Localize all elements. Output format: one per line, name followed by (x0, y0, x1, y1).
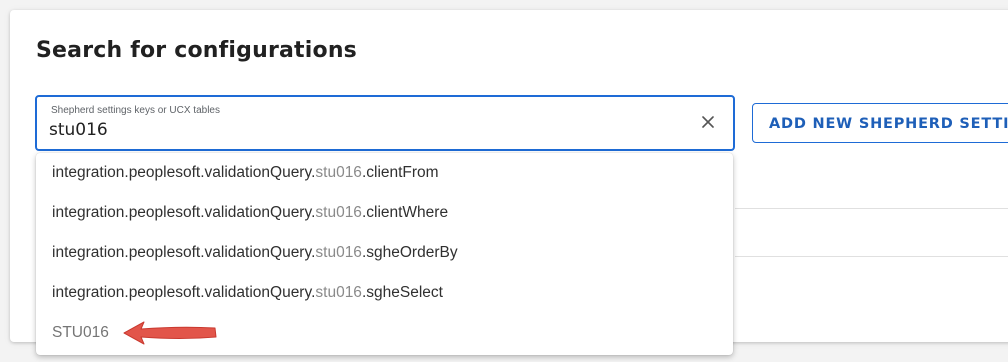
search-field[interactable]: Shepherd settings keys or UCX tables (35, 95, 735, 151)
suggestion-item[interactable]: integration.peoplesoft.validationQuery.s… (36, 233, 733, 273)
red-arrow-icon (120, 318, 220, 353)
search-label: Shepherd settings keys or UCX tables (51, 105, 220, 116)
search-input[interactable] (49, 118, 689, 142)
close-icon[interactable] (697, 111, 719, 133)
page-title: Search for configurations (36, 38, 357, 63)
add-shepherd-setting-button[interactable]: ADD NEW SHEPHERD SETTING (752, 103, 1008, 143)
suggestion-item[interactable]: integration.peoplesoft.validationQuery.s… (36, 193, 733, 233)
divider (735, 256, 1008, 257)
suggestion-item[interactable]: integration.peoplesoft.validationQuery.s… (36, 273, 733, 313)
divider (735, 208, 1008, 209)
suggestion-item[interactable]: integration.peoplesoft.validationQuery.s… (36, 153, 733, 193)
